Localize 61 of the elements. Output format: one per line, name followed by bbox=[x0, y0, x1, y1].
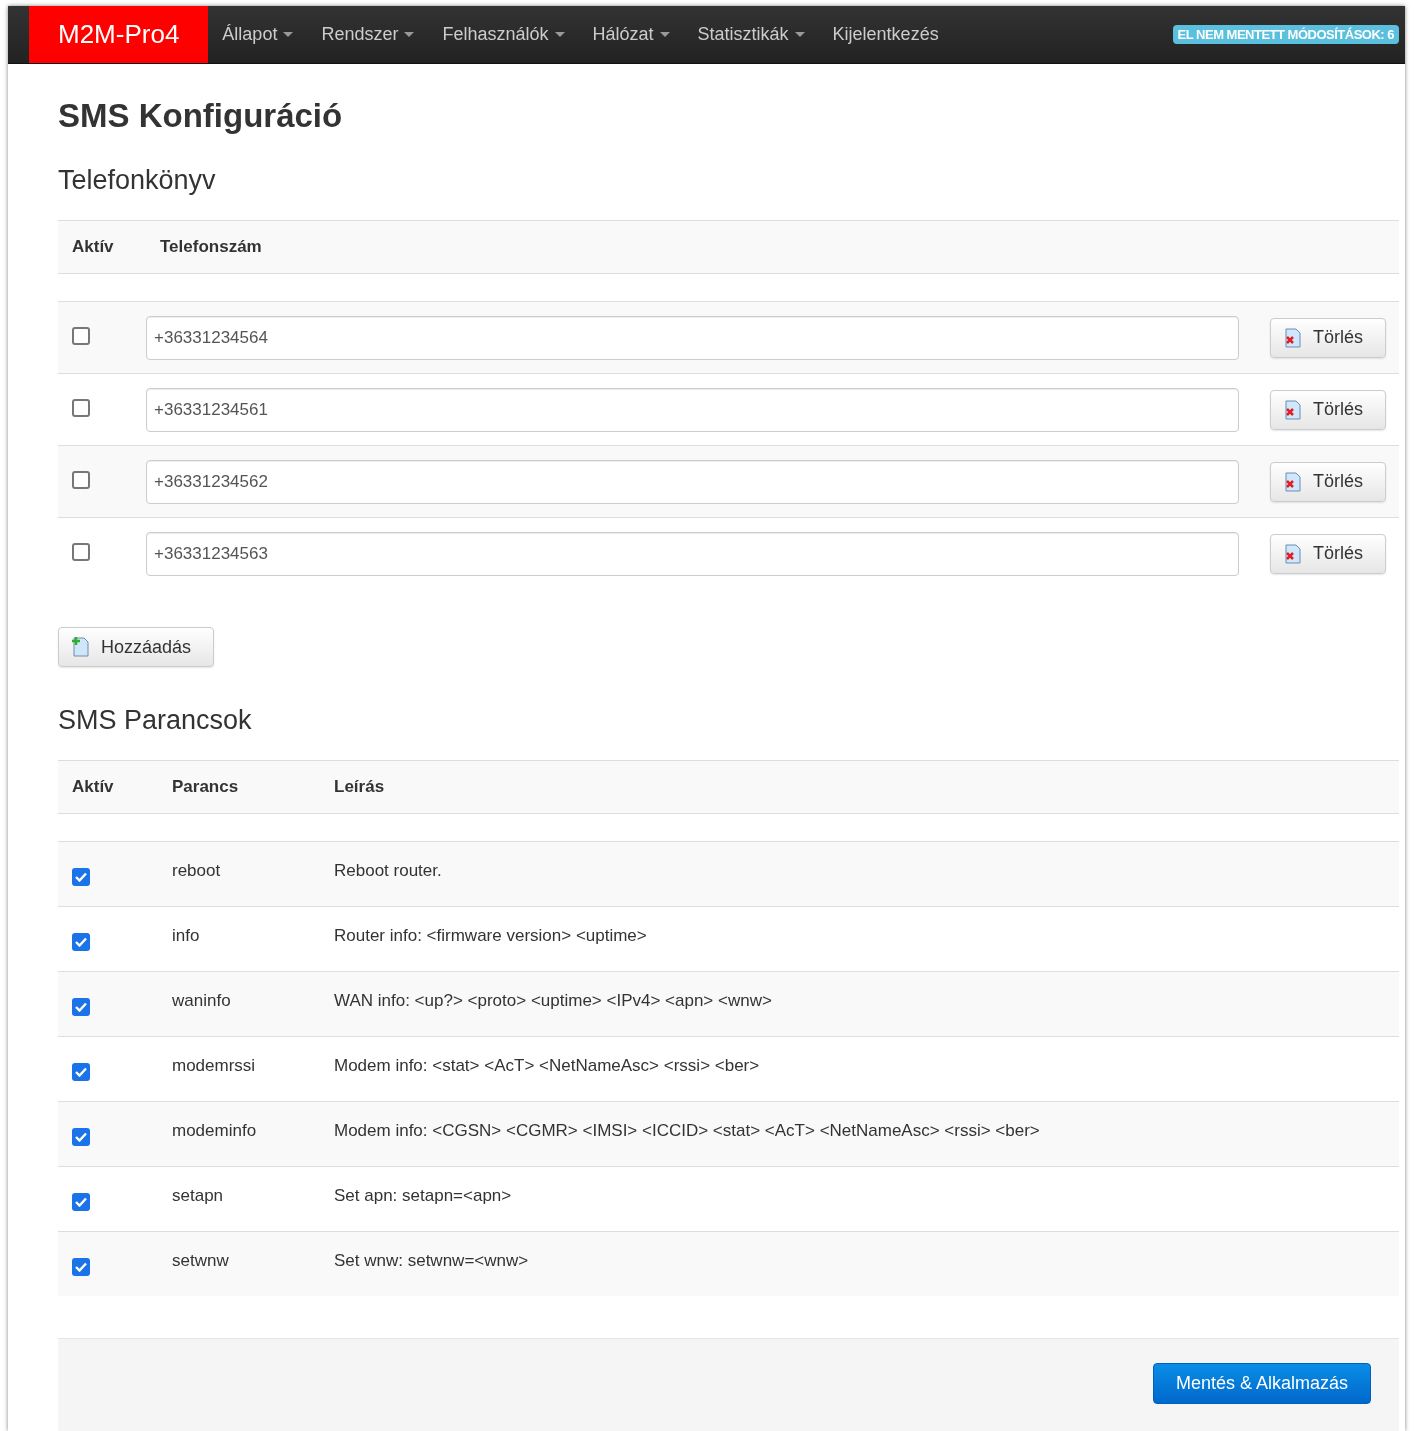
nav-menu-item[interactable]: Rendszer bbox=[307, 24, 429, 45]
checkbox[interactable] bbox=[72, 1193, 90, 1211]
command-description: Router info: <firmware version> <uptime> bbox=[333, 925, 648, 946]
brand-logo[interactable]: M2M-Pro4 bbox=[29, 6, 209, 63]
add-icon bbox=[71, 637, 91, 657]
nav-menu-item[interactable]: Állapot bbox=[208, 24, 308, 45]
delete-button[interactable]: Törlés bbox=[1270, 533, 1386, 574]
checkbox[interactable] bbox=[72, 1258, 90, 1276]
command-name: setapn bbox=[171, 1185, 225, 1206]
delete-icon bbox=[1283, 471, 1303, 492]
checkbox[interactable] bbox=[72, 470, 90, 489]
command-name: setwnw bbox=[171, 1250, 230, 1271]
caret-icon bbox=[659, 32, 670, 37]
command-description: Reboot router. bbox=[333, 860, 443, 881]
command-name: reboot bbox=[171, 860, 222, 881]
caret-icon bbox=[283, 32, 294, 37]
checkbox[interactable] bbox=[72, 326, 90, 345]
nav-menu-item[interactable]: Felhasználók bbox=[428, 24, 579, 45]
page-title: SMS Konfiguráció bbox=[58, 97, 344, 135]
delete-button[interactable]: Törlés bbox=[1270, 461, 1386, 502]
caret-icon bbox=[794, 32, 805, 37]
command-name: waninfo bbox=[171, 990, 232, 1011]
delete-icon bbox=[1283, 399, 1303, 420]
column-header: Leírás bbox=[333, 777, 386, 797]
phone-number-field[interactable]: +36331234563 bbox=[146, 531, 1239, 576]
command-name: modemrssi bbox=[171, 1055, 257, 1076]
unsaved-changes-badge: EL NEM MENTETT MÓDOSÍTÁSOK: 6 bbox=[1172, 25, 1399, 44]
save-apply-button[interactable]: Mentés & Alkalmazás bbox=[1152, 1362, 1371, 1404]
phone-number-field[interactable]: +36331234561 bbox=[146, 387, 1239, 432]
command-name: info bbox=[171, 925, 201, 946]
phone-number-field[interactable]: +36331234564 bbox=[146, 315, 1239, 360]
command-description: Modem info: <CGSN> <CGMR> <IMSI> <ICCID> <stat> <AcT> <NetNameAsc> <rssi> <ber> bbox=[333, 1120, 1041, 1141]
command-description: WAN info: <up?> <proto> <uptime> <IPv4> <apn> <wnw> bbox=[333, 990, 773, 1011]
checkbox[interactable] bbox=[72, 933, 90, 951]
command-name: modeminfo bbox=[171, 1120, 258, 1141]
column-header: Aktív bbox=[71, 777, 115, 797]
delete-button[interactable]: Törlés bbox=[1270, 389, 1386, 430]
nav-menu-item[interactable]: Statisztikák bbox=[683, 24, 819, 45]
section-title: SMS Parancsok bbox=[58, 705, 253, 736]
checkbox[interactable] bbox=[72, 868, 90, 886]
delete-button[interactable]: Törlés bbox=[1270, 317, 1386, 358]
nav-menu-item[interactable]: Kijelentkezés bbox=[818, 24, 953, 45]
command-description: Set wnw: setwnw=<wnw> bbox=[333, 1250, 530, 1271]
caret-icon bbox=[404, 32, 415, 37]
caret-icon bbox=[554, 32, 565, 37]
delete-icon bbox=[1283, 327, 1303, 348]
section-title: Telefonkönyv bbox=[58, 165, 217, 196]
command-description: Modem info: <stat> <AcT> <NetNameAsc> <rssi> <ber> bbox=[333, 1055, 761, 1076]
command-description: Set apn: setapn=<apn> bbox=[333, 1185, 513, 1206]
add-button[interactable]: Hozzáadás bbox=[58, 627, 215, 667]
nav-menu-item[interactable]: Hálózat bbox=[578, 24, 684, 45]
checkbox[interactable] bbox=[72, 398, 90, 417]
delete-icon bbox=[1283, 543, 1303, 564]
column-header: Telefonszám bbox=[159, 237, 263, 257]
checkbox[interactable] bbox=[72, 998, 90, 1016]
checkbox[interactable] bbox=[72, 1063, 90, 1081]
column-header: Parancs bbox=[171, 777, 240, 797]
checkbox[interactable] bbox=[72, 542, 90, 561]
column-header: Aktív bbox=[71, 237, 115, 257]
checkbox[interactable] bbox=[72, 1128, 90, 1146]
phone-number-field[interactable]: +36331234562 bbox=[146, 459, 1239, 504]
